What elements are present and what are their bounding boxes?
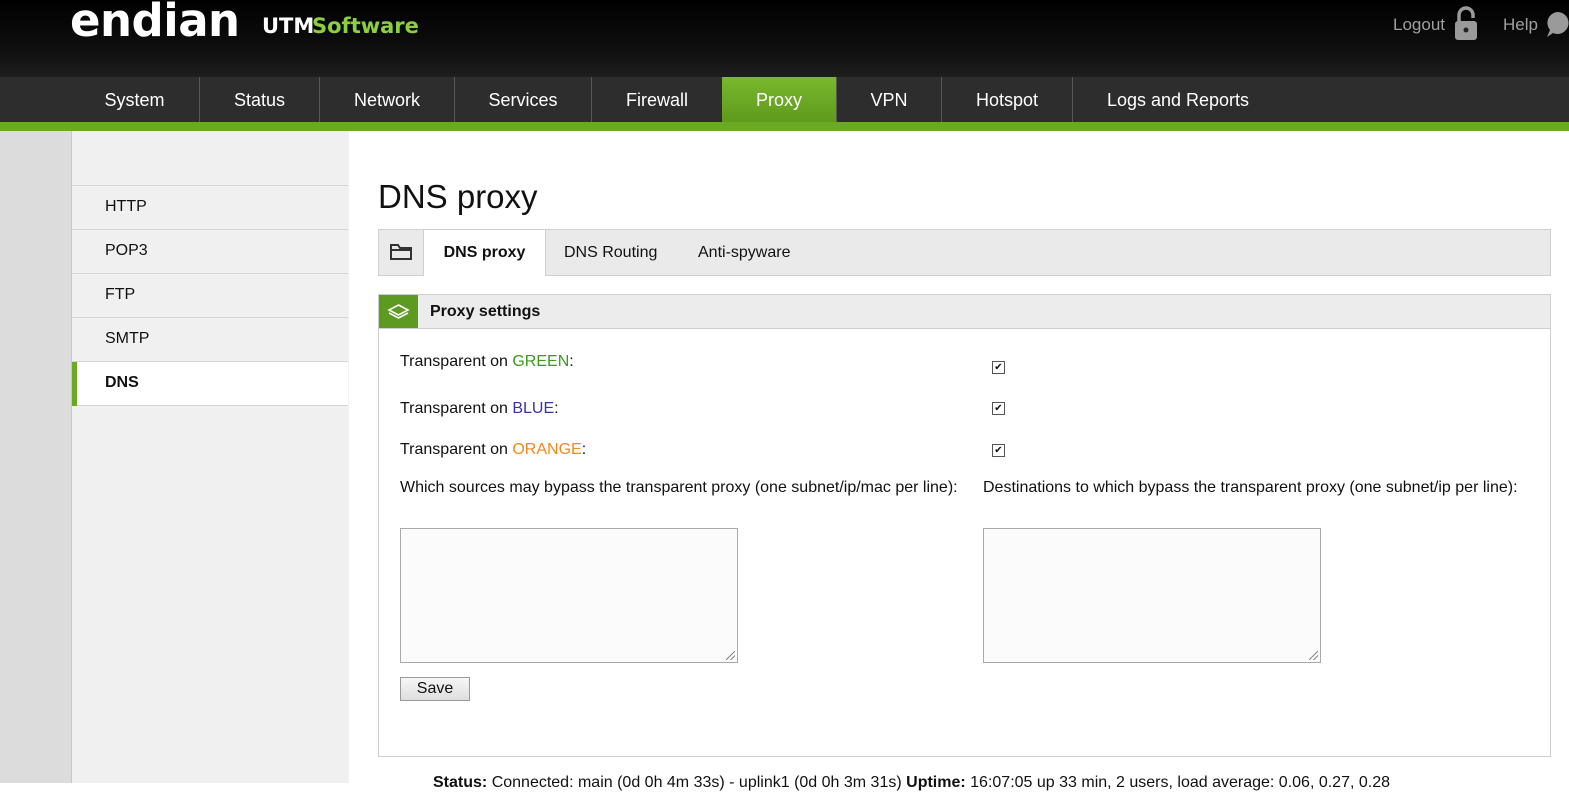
panel-header: Proxy settings [379,295,1550,329]
tab-dns-routing[interactable]: DNS Routing [564,230,657,275]
nav-item-firewall[interactable]: Firewall [592,77,723,122]
nav-item-status[interactable]: Status [200,77,320,122]
nav-item-vpn[interactable]: VPN [837,77,942,122]
label-prefix: Transparent on [400,400,513,417]
nav-item-hotspot[interactable]: Hotspot [942,77,1073,122]
lock-icon[interactable] [1453,6,1479,42]
sidebar-item-ftp[interactable]: FTP [72,273,348,317]
transparent-orange-checkbox[interactable]: ✔ [992,444,1005,457]
nav-item-system[interactable]: System [70,77,200,122]
sidebar-item-label: SMTP [105,330,150,347]
panel-title: Proxy settings [430,303,541,320]
sidebar: HTTP POP3 FTP SMTP DNS [71,131,349,783]
logo: endian [70,0,240,47]
layers-icon [379,295,418,328]
label-prefix: Transparent on [400,441,513,458]
save-button[interactable]: Save [400,677,470,701]
nav-item-proxy[interactable]: Proxy [722,77,837,122]
zone-green: GREEN [512,353,570,370]
transparent-blue-label: Transparent on BLUE: [400,400,559,418]
nav-item-logs-and-reports[interactable]: Logs and Reports [1073,77,1283,122]
logout-link[interactable]: Logout [1393,15,1445,35]
transparent-green-label: Transparent on GREEN: [400,353,574,371]
label-colon: : [554,400,559,417]
help-link[interactable]: Help [1503,15,1538,35]
sidebar-item-http[interactable]: HTTP [72,185,348,229]
tab-bar: DNS proxy DNS Routing Anti-spyware [378,229,1551,276]
status-footer: Status: Connected: main (0d 0h 4m 33s) -… [433,774,1390,792]
label-colon: : [581,441,587,458]
logo-utm-text: UTM [262,14,315,38]
nav-accent-bar [0,122,1569,131]
left-margin [0,131,71,783]
bypass-sources-label: Which sources may bypass the transparent… [400,479,958,496]
bypass-sources-textarea[interactable] [400,528,738,663]
transparent-green-checkbox[interactable]: ✔ [992,361,1005,374]
sidebar-item-label: FTP [105,286,136,303]
nav-item-network[interactable]: Network [320,77,455,122]
sidebar-item-dns[interactable]: DNS [72,361,348,406]
main-nav: System Status Network Services Firewall … [0,77,1569,122]
sidebar-item-label: DNS [105,374,139,391]
folder-icon [379,230,424,275]
page-title: DNS proxy [378,178,538,215]
zone-orange: ORANGE [512,441,582,458]
label-prefix: Transparent on [400,353,513,370]
proxy-settings-panel: Proxy settings Transparent on GREEN: ✔ T… [378,294,1551,757]
transparent-blue-checkbox[interactable]: ✔ [992,402,1005,415]
bypass-destinations-textarea[interactable] [983,528,1321,663]
sidebar-item-label: POP3 [105,242,148,259]
transparent-orange-label: Transparent on ORANGE: [400,441,586,459]
sidebar-item-label: HTTP [105,198,147,215]
tab-dns-proxy[interactable]: DNS proxy [424,230,546,276]
bypass-destinations-label: Destinations to which bypass the transpa… [983,479,1518,496]
app-header: endian UTM Software Logout Help [0,0,1569,77]
nav-item-services[interactable]: Services [455,77,592,122]
label-colon: : [569,353,574,370]
help-bubble-icon[interactable] [1545,10,1569,40]
logo-software-text: Software [312,14,419,38]
sidebar-item-smtp[interactable]: SMTP [72,317,348,361]
tab-anti-spyware[interactable]: Anti-spyware [698,230,790,275]
sidebar-item-pop3[interactable]: POP3 [72,229,348,273]
zone-blue: BLUE [512,400,555,417]
